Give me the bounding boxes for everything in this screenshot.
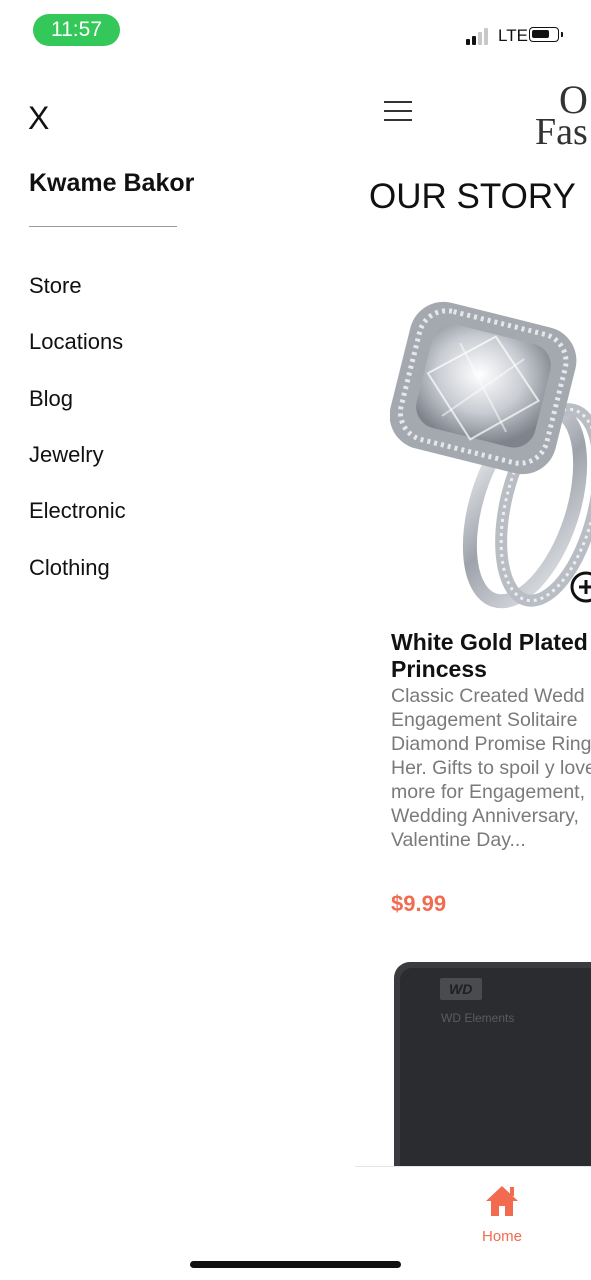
diamond-ring-image[interactable]	[390, 275, 591, 615]
tab-home[interactable]: Home	[472, 1175, 532, 1245]
signal-strength-icon	[466, 27, 492, 45]
page-title: OUR STORY	[369, 177, 576, 216]
product-price: $9.99	[391, 891, 447, 916]
external-hard-drive-image[interactable]: WD WD Elements	[392, 960, 591, 1166]
menu-item-electronic[interactable]: Electronic	[29, 497, 126, 525]
product-description: Classic Created Wedd Engagement Solitair…	[391, 685, 591, 851]
main-content: O Fas OUR STORY White Gold Plated Prince…	[355, 60, 591, 1166]
product-title[interactable]: White Gold Plated Princess	[391, 629, 591, 683]
battery-icon	[529, 27, 563, 42]
menu-item-locations[interactable]: Locations	[29, 328, 123, 356]
logo-line-2: Fas	[535, 111, 588, 153]
menu-item-clothing[interactable]: Clothing	[29, 554, 110, 582]
hamburger-menu-icon[interactable]	[384, 101, 412, 121]
drive-model-text: WD Elements	[441, 1011, 514, 1025]
drive-brand-text: WD	[449, 981, 472, 997]
zoom-in-icon[interactable]	[569, 570, 591, 604]
menu-item-store[interactable]: Store	[29, 272, 82, 300]
menu-item-blog[interactable]: Blog	[29, 385, 73, 413]
tab-home-label: Home	[481, 1228, 522, 1245]
side-drawer: X Kwame Bakor Store Locations Blog Jewel…	[0, 60, 355, 1220]
close-drawer-button[interactable]: X	[28, 98, 49, 138]
divider	[29, 226, 177, 227]
network-type: LTE	[498, 26, 528, 45]
menu-item-jewelry[interactable]: Jewelry	[29, 441, 104, 469]
status-bar: 11:57 LTE	[0, 0, 591, 60]
bottom-tab-bar: Home	[355, 1166, 591, 1245]
home-indicator	[190, 1261, 401, 1268]
status-time: 11:57	[33, 14, 120, 46]
user-name: Kwame Bakor	[29, 169, 195, 197]
home-icon	[486, 1186, 518, 1216]
